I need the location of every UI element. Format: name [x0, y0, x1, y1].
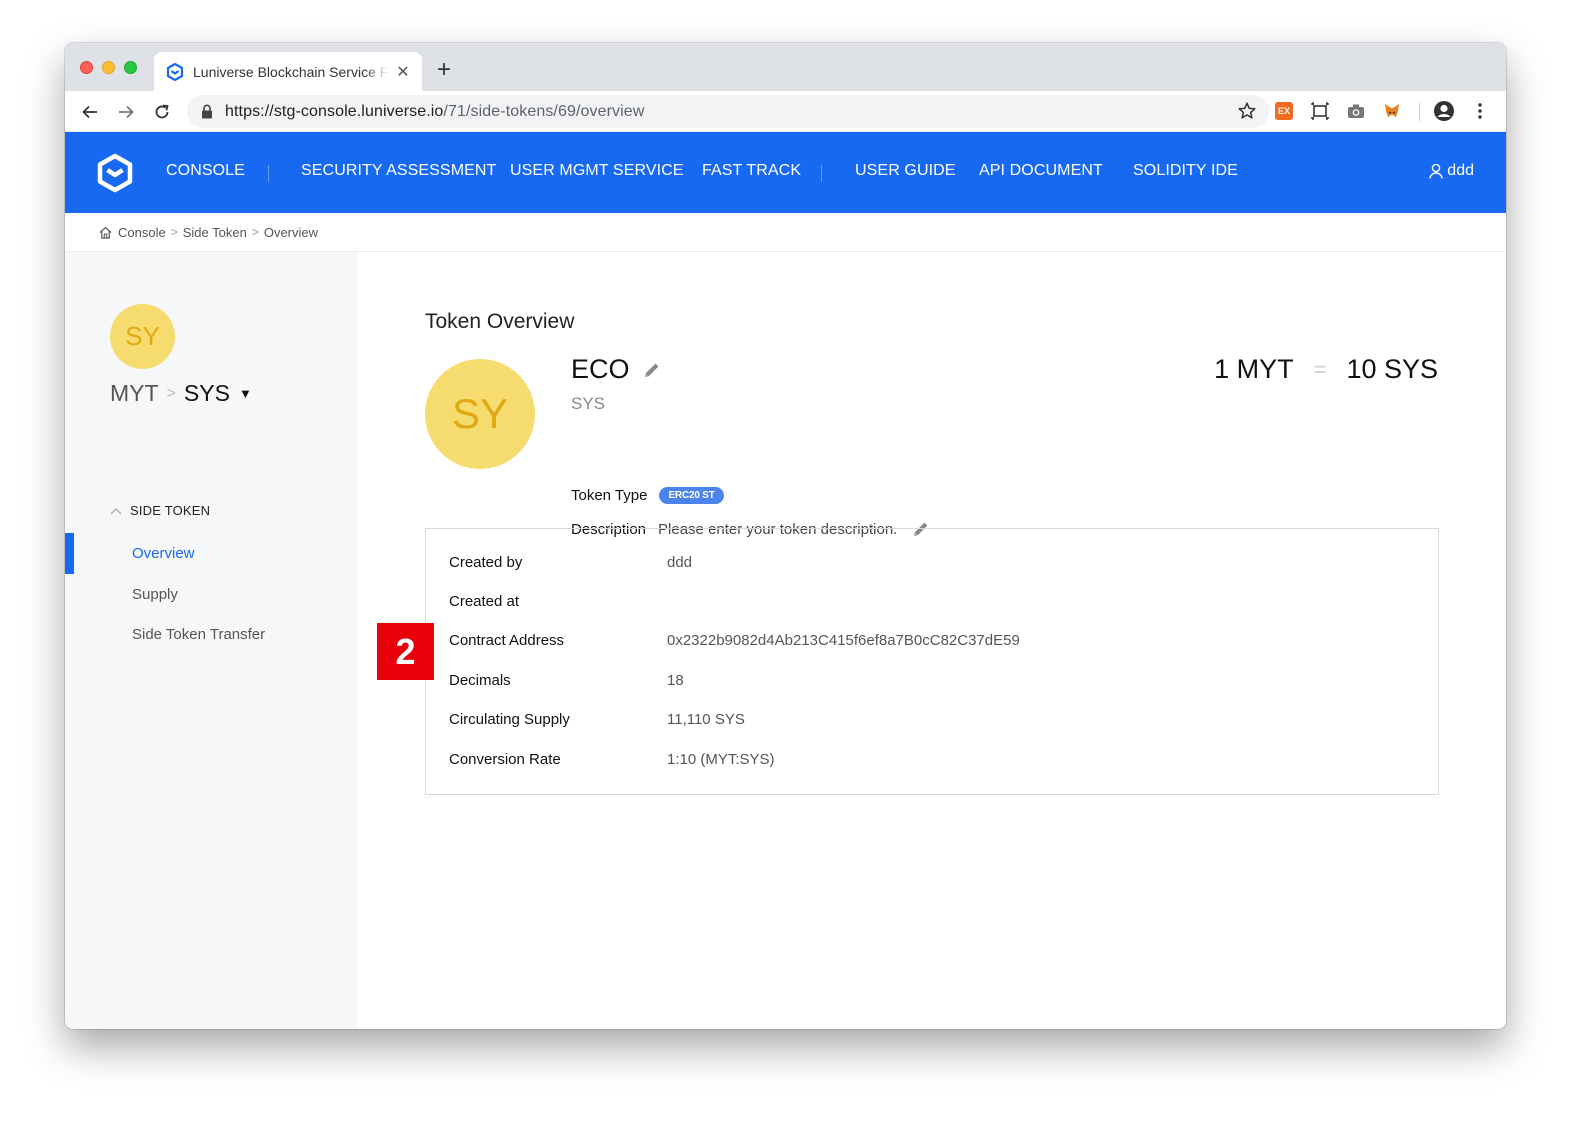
- detail-row: Decimals 18: [449, 672, 684, 689]
- reload-icon[interactable]: [151, 101, 173, 123]
- detail-key: Conversion Rate: [449, 751, 561, 768]
- nav-solidity-ide[interactable]: SOLIDITY IDE: [1133, 162, 1238, 180]
- detail-key: Circulating Supply: [449, 711, 570, 728]
- nav-user-mgmt-service[interactable]: USER MGMT SERVICE: [510, 162, 684, 180]
- chevron-up-icon: [110, 507, 122, 515]
- detail-key: Created at: [449, 593, 520, 610]
- chevron-right-icon: >: [166, 384, 176, 402]
- user-icon: [1429, 163, 1443, 179]
- bookmark-star-icon[interactable]: [1237, 101, 1257, 126]
- sidebar-item-supply[interactable]: Supply: [132, 586, 178, 603]
- page-title: Token Overview: [425, 310, 575, 333]
- chevron-right-icon: >: [170, 225, 178, 239]
- caret-down-icon[interactable]: ▼: [239, 386, 252, 401]
- token-name: ECO: [571, 354, 662, 385]
- minimize-window-button[interactable]: [102, 61, 115, 74]
- close-window-button[interactable]: [80, 61, 93, 74]
- url-text: https://stg-console.luniverse.io/71/side…: [225, 102, 645, 120]
- token-symbol: SYS: [571, 394, 606, 413]
- sidebar-section-label: SIDE TOKEN: [130, 503, 211, 518]
- user-menu[interactable]: ddd: [1429, 162, 1474, 180]
- detail-row: Contract Address 0x2322b9082d4Ab213C415f…: [449, 632, 1020, 649]
- nav-security-assessment[interactable]: SECURITY ASSESSMENT: [301, 162, 496, 180]
- sidebar-item-side-token-transfer[interactable]: Side Token Transfer: [132, 626, 265, 643]
- nav-fast-track[interactable]: FAST TRACK: [702, 162, 801, 180]
- chevron-right-icon: >: [251, 225, 259, 239]
- luniverse-logo-icon[interactable]: [96, 153, 134, 193]
- address-bar[interactable]: https://stg-console.luniverse.io/71/side…: [187, 95, 1269, 128]
- side-token: SYS: [183, 380, 230, 406]
- token-details-table: Created by ddd Created at Contract Addre…: [425, 528, 1439, 795]
- detail-value: 1:10 (MYT:SYS): [667, 751, 775, 768]
- app-header: CONSOLE SECURITY ASSESSMENT USER MGMT SE…: [65, 132, 1506, 213]
- back-arrow-icon[interactable]: [79, 101, 101, 123]
- extension-ex-icon[interactable]: EX: [1273, 100, 1295, 122]
- detail-row: Created at: [449, 593, 667, 610]
- home-icon[interactable]: [99, 226, 112, 239]
- browser-tab[interactable]: Luniverse Blockchain Service P ✕: [154, 52, 422, 91]
- breadcrumb-console[interactable]: Console: [118, 225, 166, 240]
- detail-row: Created by ddd: [449, 554, 692, 571]
- toolbar-divider: [1419, 103, 1420, 121]
- breadcrumb-overview: Overview: [263, 224, 319, 240]
- detail-value: ddd: [667, 554, 693, 571]
- token-type-row: Token Type ERC20 ST: [571, 487, 724, 504]
- lock-icon: [201, 104, 215, 120]
- edit-name-pencil-icon[interactable]: [642, 360, 662, 380]
- more-menu-icon[interactable]: [1469, 100, 1491, 122]
- sidebar: SY MYT > SYS ▼ SIDE TOKEN Overview Suppl…: [65, 252, 358, 1029]
- rate-left: 1 MYT: [1214, 354, 1294, 384]
- browser-toolbar: https://stg-console.luniverse.io/71/side…: [65, 91, 1506, 132]
- camera-icon[interactable]: [1345, 100, 1367, 122]
- sidebar-item-overview[interactable]: Overview: [132, 545, 195, 562]
- active-indicator: [65, 533, 74, 574]
- token-type-badge: ERC20 ST: [659, 487, 724, 504]
- detail-value: 18: [667, 672, 684, 689]
- token-avatar-large: SY: [425, 359, 535, 469]
- detail-row: Conversion Rate 1:10 (MYT:SYS): [449, 751, 775, 768]
- token-type-label: Token Type: [571, 487, 648, 504]
- new-tab-button[interactable]: +: [437, 56, 451, 84]
- rate-right: 10 SYS: [1346, 354, 1438, 384]
- detail-row: Circulating Supply 11,110 SYS: [449, 711, 745, 728]
- detail-key: Contract Address: [449, 632, 565, 649]
- username: ddd: [1447, 162, 1474, 179]
- nav-console[interactable]: CONSOLE: [166, 162, 245, 180]
- forward-arrow-icon[interactable]: [115, 101, 137, 123]
- parent-token: MYT: [110, 380, 159, 406]
- detail-value: 11,110 SYS: [667, 711, 745, 728]
- breadcrumb: Console > Side Token > Overview: [65, 213, 1506, 252]
- detail-key: Created by: [449, 554, 523, 571]
- tab-close-icon[interactable]: ✕: [396, 62, 410, 82]
- tab-title: Luniverse Blockchain Service P: [193, 63, 388, 80]
- browser-window: Luniverse Blockchain Service P ✕ + https…: [65, 43, 1506, 1029]
- equals-sign: =: [1313, 356, 1327, 382]
- conversion-rate-display: 1 MYT = 10 SYS: [1214, 354, 1438, 385]
- tab-strip: Luniverse Blockchain Service P ✕ +: [65, 43, 1506, 91]
- nav-user-guide[interactable]: USER GUIDE: [855, 162, 956, 180]
- luniverse-favicon-icon: [166, 62, 184, 81]
- nav-divider: [821, 165, 822, 182]
- token-avatar: SY: [110, 304, 175, 369]
- main-content: Token Overview SY ECO SYS 1 MYT = 10 SYS…: [358, 252, 1506, 1029]
- profile-avatar-icon[interactable]: [1433, 100, 1455, 122]
- sidebar-section-side-token[interactable]: SIDE TOKEN: [110, 503, 210, 518]
- token-selector[interactable]: MYT > SYS ▼: [110, 380, 252, 407]
- breadcrumb-side-token[interactable]: Side Token: [183, 225, 247, 240]
- contract-address[interactable]: 0x2322b9082d4Ab213C415f6ef8a7B0cC82C37dE…: [667, 632, 1020, 649]
- nav-api-document[interactable]: API DOCUMENT: [979, 162, 1103, 180]
- screenshot-frame-icon[interactable]: [1309, 100, 1331, 122]
- maximize-window-button[interactable]: [124, 61, 137, 74]
- metamask-fox-icon[interactable]: [1381, 100, 1403, 122]
- step-number-marker: 2: [377, 623, 434, 680]
- detail-key: Decimals: [449, 672, 511, 689]
- nav-divider: [268, 165, 269, 182]
